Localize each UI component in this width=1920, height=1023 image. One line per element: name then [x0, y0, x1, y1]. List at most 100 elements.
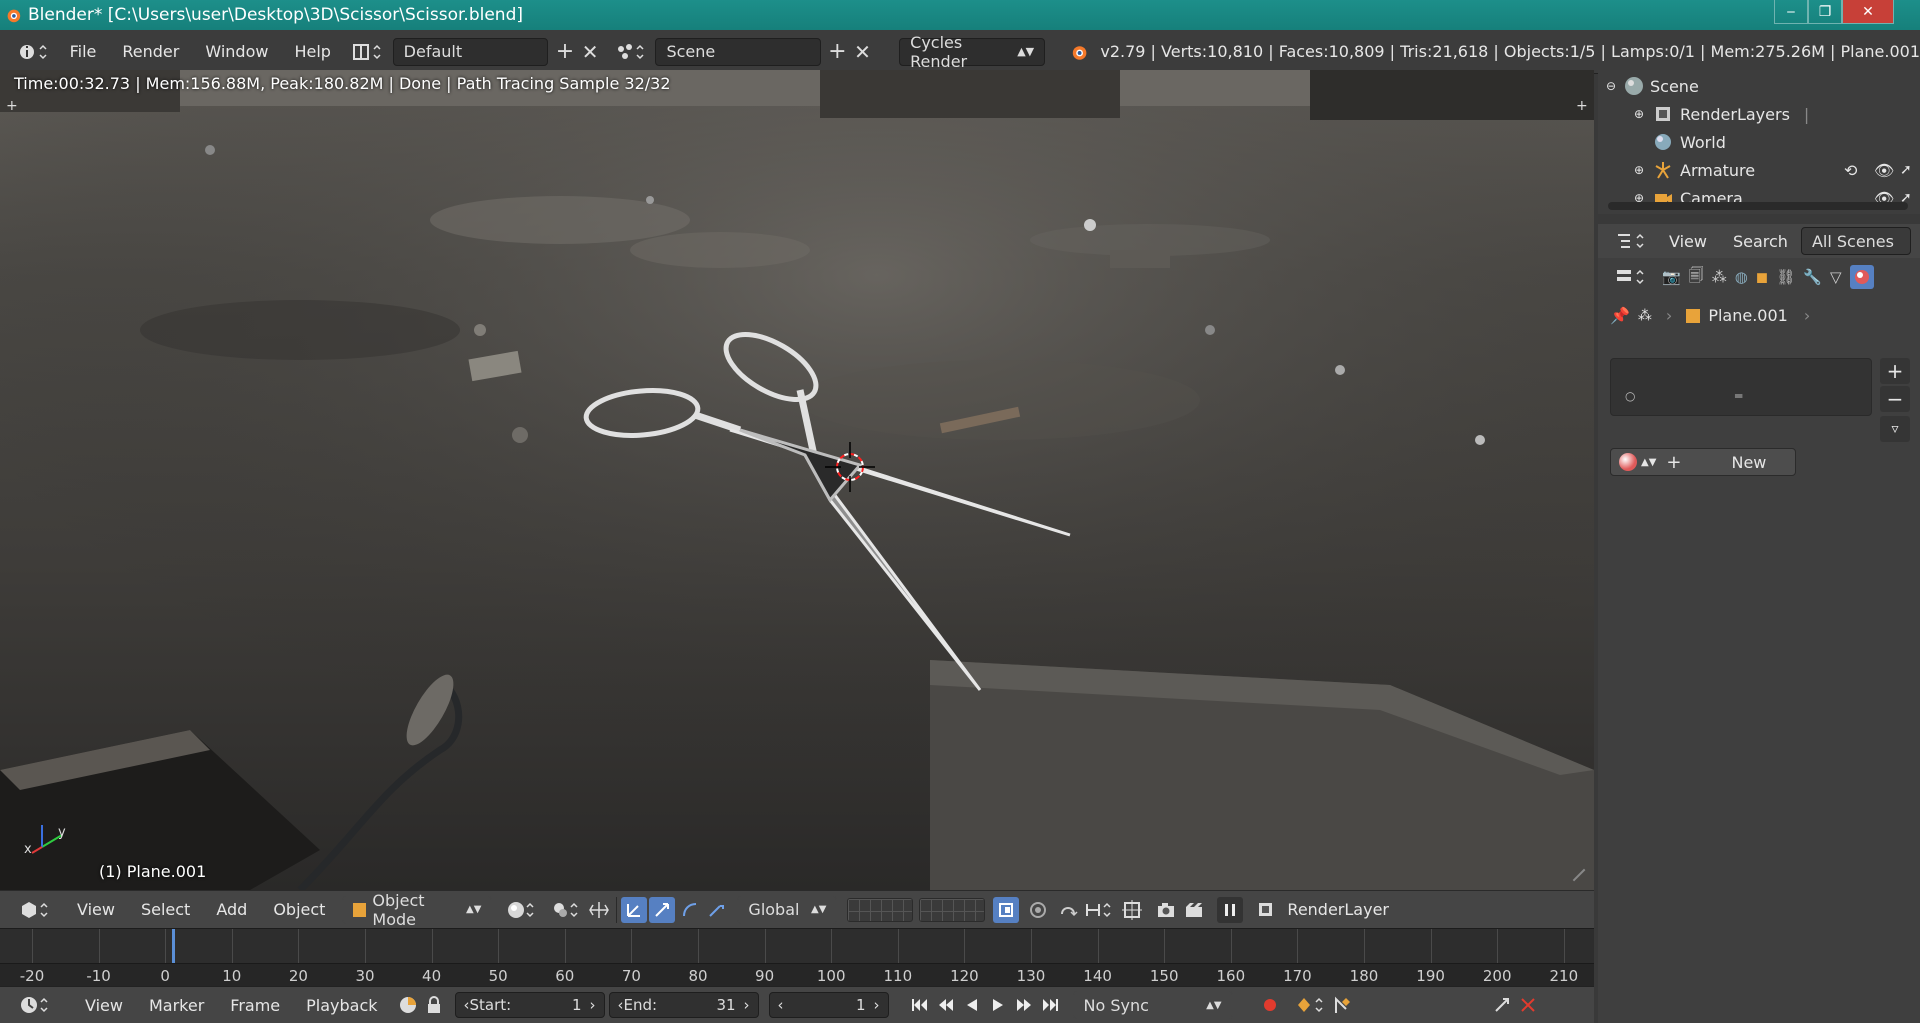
outliner-item-renderlayers[interactable]: ⊕ RenderLayers |: [1634, 100, 1809, 128]
opengl-render-icon[interactable]: [1153, 897, 1179, 923]
material-slot-list[interactable]: ○ ═: [1610, 358, 1872, 416]
minimize-button[interactable]: ‒: [1774, 0, 1808, 24]
render-engine-selector[interactable]: Cycles Render ▲▼: [899, 33, 1046, 71]
new-material-button[interactable]: ▲▼ + New: [1610, 448, 1796, 476]
material-tab-icon[interactable]: [1849, 265, 1874, 289]
layer-buttons-right[interactable]: [919, 897, 986, 922]
add-material-slot-button[interactable]: +: [1880, 358, 1910, 384]
expand-toggle-icon[interactable]: ⊕: [1634, 107, 1652, 121]
scale-manipulator-icon[interactable]: [703, 897, 729, 923]
translate-manipulator-icon[interactable]: [621, 896, 648, 923]
jump-keyframe-forward-icon[interactable]: [1011, 992, 1037, 1018]
visibility-eye-icon[interactable]: 👁: [1874, 161, 1894, 180]
viewport-editor-type-icon[interactable]: [16, 897, 56, 923]
layer-buttons-left[interactable]: [847, 897, 914, 922]
timeline-menu-frame[interactable]: Frame: [217, 996, 293, 1015]
list-resize-handle-icon[interactable]: ═: [1735, 389, 1742, 403]
jump-start-icon[interactable]: [907, 992, 933, 1018]
sync-mode-selector[interactable]: No Sync ▲▼: [1072, 991, 1233, 1019]
outliner-item-scene[interactable]: ⊖ Scene: [1606, 72, 1699, 100]
outliner-menu-view[interactable]: View: [1656, 232, 1720, 251]
menu-window[interactable]: Window: [192, 42, 281, 61]
outliner[interactable]: ⊖ Scene ⊕ RenderLayers | World ⊕ Armatur…: [1598, 70, 1920, 214]
timeline-menu-playback[interactable]: Playback: [293, 996, 390, 1015]
viewport-menu-view[interactable]: View: [64, 900, 128, 919]
scene-tab-icon[interactable]: ⁂: [1712, 268, 1727, 286]
timeline-menu-view[interactable]: View: [72, 996, 136, 1015]
proportional-edit-icon[interactable]: [1025, 897, 1051, 923]
lock-layers-icon[interactable]: [993, 896, 1020, 923]
outliner-menu-search[interactable]: Search: [1720, 232, 1801, 251]
close-window-button[interactable]: ✕: [1842, 0, 1894, 24]
outliner-editor-type-icon[interactable]: [1612, 228, 1652, 254]
remove-scene-icon[interactable]: ✕: [850, 39, 875, 65]
jump-end-icon[interactable]: [1037, 992, 1063, 1018]
outliner-display-mode[interactable]: All Scenes: [1800, 227, 1911, 255]
play-reverse-icon[interactable]: [959, 992, 985, 1018]
constraints-tab-icon[interactable]: ⛓: [1776, 268, 1795, 286]
playhead[interactable]: [172, 929, 175, 963]
render-tab-icon[interactable]: 📷: [1662, 268, 1681, 286]
maximize-button[interactable]: ❐: [1808, 0, 1842, 24]
pivot-point-icon[interactable]: [548, 897, 586, 923]
layout-selector[interactable]: Default: [392, 37, 549, 66]
remove-material-slot-button[interactable]: −: [1880, 386, 1910, 412]
snap-element-icon[interactable]: [1083, 897, 1117, 923]
expand-toggle-icon[interactable]: ⊕: [1634, 163, 1652, 177]
snap-toggle-icon[interactable]: [1055, 897, 1081, 923]
outliner-item-armature[interactable]: ⊕ Armature ⟲ 👁 ➚ ▣: [1634, 156, 1920, 184]
viewport-menu-add[interactable]: Add: [203, 900, 260, 919]
render-layers-tab-icon[interactable]: 🗐: [1689, 265, 1704, 290]
collapse-toggle-icon[interactable]: ⊖: [1606, 79, 1622, 93]
material-specials-button[interactable]: ▿: [1880, 416, 1910, 442]
menu-file[interactable]: File: [57, 42, 110, 61]
jump-keyframe-back-icon[interactable]: [933, 992, 959, 1018]
render-layer-label[interactable]: RenderLayer: [1287, 900, 1389, 919]
menu-help[interactable]: Help: [281, 42, 343, 61]
editor-type-icon[interactable]: [14, 39, 57, 65]
properties-editor-type-icon[interactable]: [1612, 264, 1652, 290]
viewport-shading-icon[interactable]: [504, 897, 542, 923]
selectable-arrow-icon[interactable]: ➚: [1900, 162, 1912, 178]
opengl-animation-icon[interactable]: [1181, 897, 1207, 923]
play-icon[interactable]: [985, 992, 1011, 1018]
record-icon[interactable]: [1257, 992, 1283, 1018]
scene-selector-icon[interactable]: [613, 39, 652, 65]
add-scene-icon[interactable]: +: [825, 39, 850, 65]
screen-layout-icon[interactable]: [350, 39, 389, 65]
area-expand-icon[interactable]: [1489, 992, 1515, 1018]
add-layout-icon[interactable]: +: [552, 39, 577, 65]
area-close-icon[interactable]: [1515, 992, 1541, 1018]
object-tab-icon[interactable]: ◼: [1756, 268, 1768, 286]
pose-icon[interactable]: ⟲: [1844, 161, 1857, 180]
timeline-editor-type-icon[interactable]: [16, 992, 56, 1018]
scene-selector[interactable]: Scene: [655, 37, 821, 66]
end-frame-field[interactable]: ‹ End: 31 ›: [608, 992, 759, 1018]
render-layer-icon[interactable]: [1253, 897, 1279, 923]
viewport-menu-object[interactable]: Object: [260, 900, 338, 919]
timeline-menu-marker[interactable]: Marker: [136, 996, 217, 1015]
data-tab-icon[interactable]: ▽: [1830, 268, 1842, 286]
pin-icon[interactable]: 📌: [1610, 306, 1630, 325]
pause-render-icon[interactable]: [1217, 896, 1244, 923]
keying-set-icon[interactable]: [1295, 992, 1329, 1018]
properties-editor[interactable]: 📷 🗐 ⁂ ◍ ◼ ⛓ 🔧 ▽ 📌 ⁂ › Plane.001 › ○ ═ + …: [1598, 258, 1920, 1023]
start-frame-field[interactable]: ‹ Start: 1 ›: [454, 992, 605, 1018]
remove-layout-icon[interactable]: ✕: [578, 39, 603, 65]
arc-manipulator-icon[interactable]: [677, 897, 703, 923]
viewport-menu-select[interactable]: Select: [128, 900, 203, 919]
lock-range-icon[interactable]: [421, 992, 447, 1018]
modifiers-tab-icon[interactable]: 🔧: [1803, 268, 1822, 286]
object-mode-selector[interactable]: Object Mode ▲▼: [342, 891, 493, 929]
transform-orientation-selector[interactable]: Global ▲▼: [737, 895, 838, 924]
menu-render[interactable]: Render: [109, 42, 192, 61]
outliner-scrollbar[interactable]: [1608, 202, 1908, 210]
current-frame-field[interactable]: ‹ 1 ›: [768, 992, 889, 1018]
outliner-item-world[interactable]: World: [1652, 128, 1726, 156]
rotate-manipulator-icon[interactable]: [649, 896, 676, 923]
world-tab-icon[interactable]: ◍: [1735, 268, 1748, 286]
3d-viewport[interactable]: + + Time:00:32.73 | Mem:156.88M, Peak:18…: [0, 70, 1594, 890]
snap-target-icon[interactable]: [1119, 897, 1145, 923]
timeline[interactable]: -20 -10 0 10 20 30 40 50 60 70 80 90 100 110 120 130 140…: [0, 928, 1594, 987]
manipulator-toggle-icon[interactable]: [586, 897, 612, 923]
